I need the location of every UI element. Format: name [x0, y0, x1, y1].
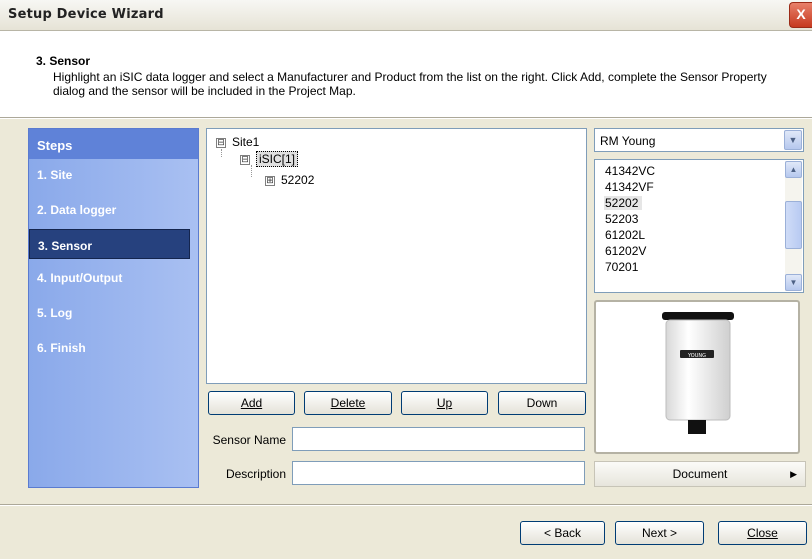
- manufacturer-select[interactable]: RM Young ▼: [594, 128, 804, 152]
- close-button[interactable]: Close: [718, 521, 807, 545]
- tree-node-label: iSIC[1]: [256, 151, 299, 167]
- header-divider: [0, 118, 812, 119]
- back-button[interactable]: < Back: [520, 521, 605, 545]
- up-button[interactable]: Up: [401, 391, 488, 415]
- chevron-up-icon[interactable]: ▲: [785, 161, 802, 178]
- delete-label: Delete: [330, 396, 366, 410]
- description-label: Description: [225, 467, 286, 481]
- tree-node-label: Site1: [232, 135, 260, 149]
- list-item[interactable]: 61202V: [605, 244, 646, 258]
- expand-icon[interactable]: ⊞: [265, 175, 275, 186]
- step-log[interactable]: 5. Log: [29, 297, 198, 327]
- list-item[interactable]: 41342VC: [605, 164, 655, 178]
- step-input-output[interactable]: 4. Input/Output: [29, 262, 198, 292]
- down-button[interactable]: Down: [498, 391, 586, 415]
- document-label: Document: [672, 467, 728, 481]
- product-image-frame: YOUNG: [594, 300, 800, 454]
- list-item[interactable]: 70201: [605, 260, 638, 274]
- page-description: Highlight an iSIC data logger and select…: [53, 70, 767, 98]
- step-site[interactable]: 1. Site: [29, 159, 198, 189]
- steps-heading: Steps: [29, 129, 198, 159]
- description-field[interactable]: [292, 461, 585, 485]
- tree-connector: [221, 149, 222, 157]
- product-list[interactable]: 41342VC 41342VF 52202 52203 61202L 61202…: [594, 159, 804, 293]
- project-tree[interactable]: ⊟ Site1 ⊟ iSIC[1] ⊞ 52202: [206, 128, 587, 384]
- tree-connector: [251, 165, 252, 177]
- triangle-right-icon: ▶: [790, 469, 797, 479]
- sensor-name-label: Sensor Name: [212, 433, 286, 447]
- product-image: YOUNG: [662, 312, 734, 434]
- tree-node-label: 52202: [281, 173, 315, 187]
- scroll-thumb[interactable]: [785, 201, 802, 249]
- brand-label: YOUNG: [687, 353, 706, 359]
- chevron-down-icon[interactable]: ▼: [785, 274, 802, 291]
- next-button[interactable]: Next >: [615, 521, 704, 545]
- tree-node-sensor[interactable]: ⊞ 52202: [265, 173, 314, 187]
- document-button[interactable]: Document ▶: [594, 461, 806, 487]
- add-button[interactable]: Add: [208, 391, 295, 415]
- step-sensor[interactable]: 3. Sensor: [29, 229, 190, 259]
- wizard-header: 3. Sensor Highlight an iSIC data logger …: [0, 31, 812, 118]
- list-scrollbar[interactable]: ▲ ▼: [785, 161, 802, 291]
- chevron-down-icon[interactable]: ▼: [784, 130, 802, 150]
- close-label: Close: [747, 526, 778, 540]
- window-titlebar: Setup Device Wizard X: [0, 0, 812, 31]
- add-label: Add: [240, 396, 263, 410]
- close-icon[interactable]: X: [789, 2, 812, 28]
- list-item[interactable]: 52203: [605, 212, 638, 226]
- back-label: < Back: [543, 526, 582, 540]
- manufacturer-value: RM Young: [600, 134, 656, 148]
- collapse-icon[interactable]: ⊟: [240, 154, 250, 165]
- window-title: Setup Device Wizard: [8, 7, 164, 22]
- list-item[interactable]: 41342VF: [605, 180, 654, 194]
- step-finish[interactable]: 6. Finish: [29, 332, 198, 362]
- next-label: Next >: [641, 526, 677, 540]
- up-label: Up: [436, 396, 453, 410]
- sensor-name-field[interactable]: [292, 427, 585, 451]
- tree-node-site[interactable]: ⊟ Site1: [216, 135, 259, 149]
- delete-button[interactable]: Delete: [304, 391, 392, 415]
- collapse-icon[interactable]: ⊟: [216, 137, 226, 148]
- list-item[interactable]: 61202L: [605, 228, 645, 242]
- footer-divider-highlight: [0, 505, 812, 506]
- steps-panel: Steps 1. Site 2. Data logger 3. Sensor 4…: [28, 128, 199, 488]
- step-data-logger[interactable]: 2. Data logger: [29, 194, 198, 224]
- page-title: 3. Sensor: [36, 54, 91, 68]
- down-label: Down: [526, 396, 558, 410]
- tree-node-logger[interactable]: ⊟ iSIC[1]: [240, 151, 299, 167]
- list-item-selected[interactable]: 52202: [604, 196, 643, 210]
